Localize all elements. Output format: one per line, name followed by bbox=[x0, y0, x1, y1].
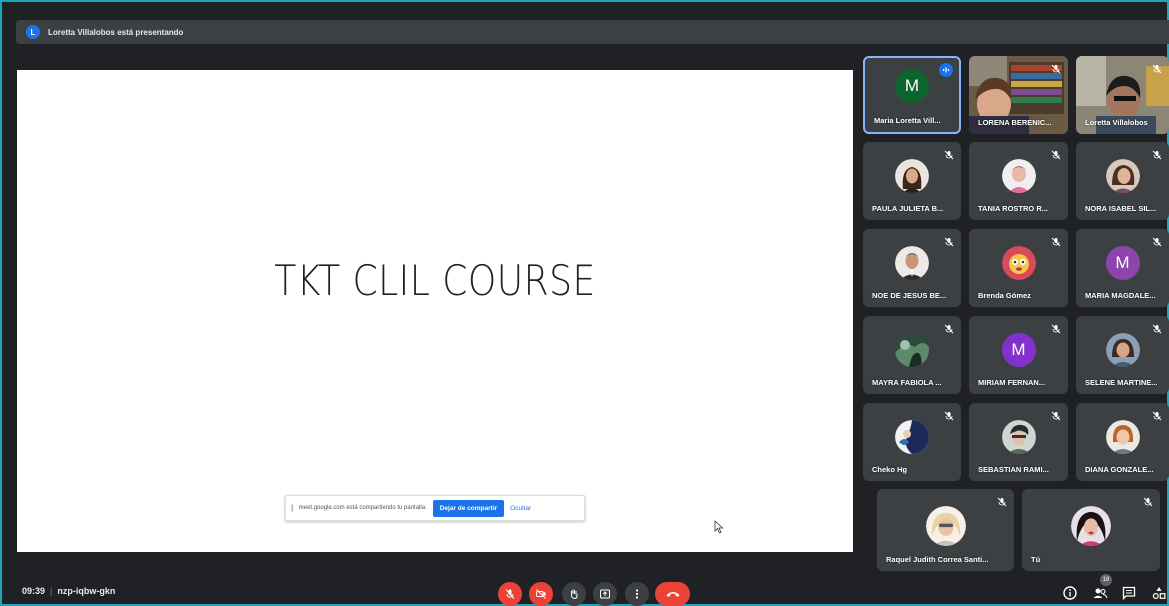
avatar bbox=[1105, 159, 1140, 193]
presenting-banner: L Loretta Villalobos está presentando bbox=[16, 20, 1169, 44]
hand-icon bbox=[570, 589, 578, 600]
participant-name: Loretta Villalobos bbox=[1085, 118, 1148, 127]
participant-tile-self[interactable]: Tú bbox=[1022, 489, 1160, 571]
chat-icon[interactable] bbox=[1121, 585, 1137, 601]
participant-tile[interactable]: Cheko Hg bbox=[863, 403, 961, 481]
avatar: M bbox=[895, 69, 929, 103]
participant-name: Brenda Gómez bbox=[978, 291, 1031, 300]
participant-tile[interactable]: M Maria Loretta Vill... bbox=[863, 56, 961, 134]
avatar bbox=[895, 159, 929, 193]
end-call-icon bbox=[666, 592, 679, 597]
participant-name: Tú bbox=[1031, 555, 1041, 564]
participant-name: MIRIAM FERNAN... bbox=[978, 378, 1046, 387]
mic-off-icon bbox=[944, 237, 954, 247]
avatar bbox=[1071, 506, 1111, 546]
participant-tile[interactable]: SELENE MARTINE... bbox=[1076, 316, 1169, 394]
presenter-avatar: L bbox=[26, 25, 40, 39]
screen-share-notice: || meet.google.com está compartiendo tu … bbox=[285, 495, 585, 521]
participant-tile[interactable]: NORA ISABEL SIL... bbox=[1076, 142, 1169, 220]
mic-toggle-button[interactable] bbox=[498, 582, 522, 606]
mic-off-icon bbox=[1152, 324, 1162, 334]
mic-off-icon bbox=[505, 589, 515, 599]
mic-off-icon bbox=[1152, 237, 1162, 247]
avatar bbox=[925, 506, 966, 546]
participant-name: PAULA JULIETA B... bbox=[872, 204, 944, 213]
present-icon bbox=[600, 589, 610, 599]
participant-tile[interactable]: M MARIA MAGDALE... bbox=[1076, 229, 1169, 307]
more-vert-icon bbox=[635, 589, 639, 599]
participant-tile[interactable]: Brenda Gómez bbox=[969, 229, 1068, 307]
more-options-button[interactable] bbox=[625, 582, 649, 606]
mic-off-icon bbox=[1143, 497, 1153, 507]
mic-off-icon bbox=[944, 150, 954, 160]
participant-name: Cheko Hg bbox=[872, 465, 908, 474]
participant-tile[interactable]: LORENA BERENIC... bbox=[969, 56, 1068, 134]
participant-tile[interactable]: MAYRA FABIOLA ... bbox=[863, 316, 961, 394]
mic-off-icon bbox=[997, 497, 1007, 507]
avatar: M bbox=[1001, 333, 1036, 367]
participant-name: LORENA BERENIC... bbox=[978, 118, 1052, 127]
slide-title: TKT CLIL COURSE bbox=[274, 256, 596, 305]
mic-off-icon bbox=[1051, 150, 1061, 160]
camera-off-icon bbox=[536, 589, 546, 599]
participant-name: SELENE MARTINE... bbox=[1085, 378, 1158, 387]
share-notice-text: meet.google.com está compartiendo tu pan… bbox=[298, 505, 427, 511]
presenting-text: Loretta Villalobos está presentando bbox=[48, 27, 184, 37]
hide-notice-button[interactable]: Ocultar bbox=[510, 505, 531, 512]
stop-sharing-button[interactable]: Dejar de compartir bbox=[432, 499, 505, 517]
participant-tile[interactable]: Loretta Villalobos bbox=[1076, 56, 1169, 134]
leave-call-button[interactable] bbox=[655, 582, 690, 606]
participant-tile[interactable]: Raquel Judith Correa Santi... bbox=[877, 489, 1014, 571]
participant-name: Raquel Judith Correa Santi... bbox=[886, 555, 989, 564]
participant-name: SEBASTIAN RAMI... bbox=[978, 465, 1049, 474]
avatar bbox=[1001, 159, 1036, 193]
avatar bbox=[1105, 420, 1140, 454]
camera-toggle-button[interactable] bbox=[529, 582, 553, 606]
mic-off-icon bbox=[1051, 237, 1061, 247]
avatar: M bbox=[1105, 246, 1140, 280]
participant-name: DIANA GONZALE... bbox=[1085, 465, 1154, 474]
mic-off-icon bbox=[1152, 150, 1162, 160]
participant-name: MARIA MAGDALE... bbox=[1085, 291, 1156, 300]
mic-off-icon bbox=[1152, 411, 1162, 421]
avatar bbox=[1105, 333, 1140, 367]
participant-name: TANIA ROSTRO R... bbox=[978, 204, 1048, 213]
meeting-details-icon[interactable] bbox=[1062, 585, 1078, 601]
speaking-indicator-icon bbox=[939, 63, 953, 77]
activities-icon[interactable] bbox=[1151, 585, 1167, 601]
drag-handle-icon[interactable]: || bbox=[291, 505, 293, 512]
meeting-code: nzp-iqbw-gkn bbox=[57, 586, 116, 596]
mic-off-icon bbox=[1051, 411, 1061, 421]
avatar bbox=[895, 333, 929, 367]
avatar bbox=[895, 246, 929, 280]
avatar bbox=[1001, 420, 1036, 454]
shared-screen: TKT CLIL COURSE || meet.google.com está … bbox=[17, 70, 853, 552]
mic-off-icon bbox=[1051, 64, 1061, 74]
participant-tile[interactable]: SEBASTIAN RAMI... bbox=[969, 403, 1068, 481]
participant-name: MAYRA FABIOLA ... bbox=[872, 378, 942, 387]
mic-off-icon bbox=[1152, 64, 1162, 74]
participant-name: Maria Loretta Vill... bbox=[874, 116, 941, 125]
participant-tile[interactable]: DIANA GONZALE... bbox=[1076, 403, 1169, 481]
meeting-info: 09:39 | nzp-iqbw-gkn bbox=[22, 586, 116, 596]
mouse-cursor-icon bbox=[714, 520, 724, 534]
participant-tile[interactable]: M MIRIAM FERNAN... bbox=[969, 316, 1068, 394]
participant-tile[interactable]: TANIA ROSTRO R... bbox=[969, 142, 1068, 220]
meeting-time: 09:39 bbox=[22, 586, 46, 596]
mic-off-icon bbox=[944, 411, 954, 421]
present-screen-button[interactable] bbox=[593, 582, 617, 606]
participant-tile[interactable]: PAULA JULIETA B... bbox=[863, 142, 961, 220]
participant-count-badge: 18 bbox=[1100, 574, 1112, 586]
mic-off-icon bbox=[944, 324, 954, 334]
avatar bbox=[1001, 246, 1036, 280]
people-icon[interactable] bbox=[1092, 585, 1108, 601]
mic-off-icon bbox=[1051, 324, 1061, 334]
participant-tile[interactable]: NOE DE JESUS BE... bbox=[863, 229, 961, 307]
raise-hand-button[interactable] bbox=[562, 582, 586, 606]
participant-name: NORA ISABEL SIL... bbox=[1085, 204, 1157, 213]
participant-name: NOE DE JESUS BE... bbox=[872, 291, 947, 300]
avatar bbox=[895, 420, 929, 454]
